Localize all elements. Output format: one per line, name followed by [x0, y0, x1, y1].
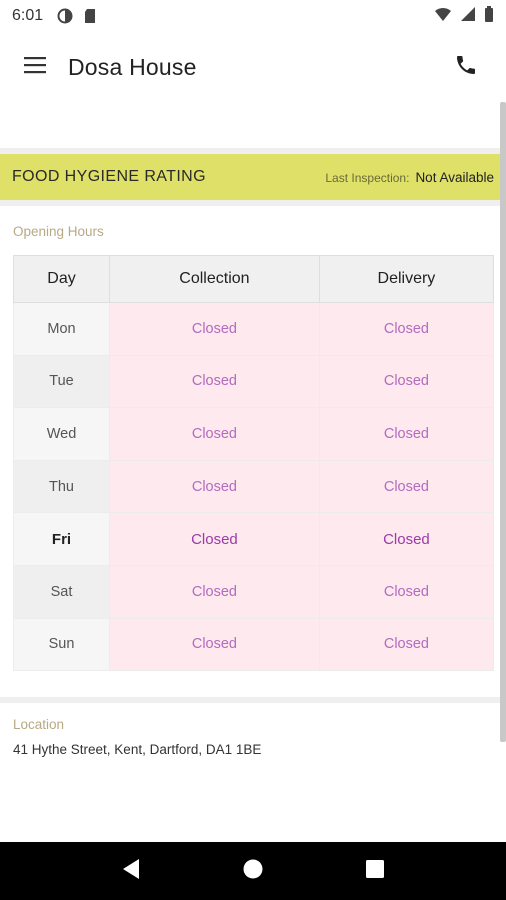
table-row: Thu Closed Closed	[13, 459, 495, 514]
header-delivery: Delivery	[318, 255, 495, 303]
location-address: 41 Hythe Street, Kent, Dartford, DA1 1BE	[13, 742, 262, 758]
recents-icon	[365, 859, 385, 884]
status-time: 6:01	[12, 7, 44, 24]
menu-button[interactable]	[20, 52, 50, 82]
phone-icon	[454, 53, 478, 82]
battery-icon	[484, 5, 494, 27]
delivery-cell: Closed	[318, 354, 495, 409]
delivery-cell: Closed	[318, 302, 495, 356]
wifi-icon	[434, 6, 452, 27]
food-hygiene-band: FOOD HYGIENE RATING Last Inspection: Not…	[0, 154, 506, 200]
collection-cell: Closed	[109, 459, 320, 514]
table-row-today: Fri Closed Closed	[13, 512, 495, 566]
last-inspection: Last Inspection: Not Available	[325, 170, 494, 185]
hamburger-menu-icon	[23, 56, 47, 79]
recents-button[interactable]	[360, 856, 390, 886]
status-bar: 6:01	[0, 0, 506, 32]
table-row: Wed Closed Closed	[13, 407, 495, 461]
collection-cell: Closed	[109, 564, 320, 619]
sd-card-icon	[83, 8, 99, 24]
table-row: Tue Closed Closed	[13, 354, 495, 409]
delivery-cell: Closed	[318, 512, 495, 566]
content-scroll-area[interactable]: FOOD HYGIENE RATING Last Inspection: Not…	[0, 102, 506, 842]
table-row: Mon Closed Closed	[13, 302, 495, 356]
call-button[interactable]	[452, 53, 480, 81]
opening-hours-label: Opening Hours	[13, 224, 104, 239]
day-cell: Mon	[13, 302, 110, 356]
last-inspection-value: Not Available	[415, 169, 494, 185]
app-bar: Dosa House	[0, 32, 506, 102]
day-cell: Tue	[13, 354, 110, 409]
table-header-row: Day Collection Delivery	[13, 255, 495, 303]
table-row: Sat Closed Closed	[13, 564, 495, 619]
scrollbar[interactable]	[500, 102, 506, 742]
day-cell: Sun	[13, 617, 110, 672]
header-collection: Collection	[109, 255, 320, 303]
collection-cell: Closed	[109, 407, 320, 461]
day-cell: Wed	[13, 407, 110, 461]
day-cell: Sat	[13, 564, 110, 619]
delivery-cell: Closed	[318, 564, 495, 619]
food-hygiene-title: FOOD HYGIENE RATING	[12, 168, 206, 185]
spacer	[0, 102, 506, 148]
collection-cell: Closed	[109, 512, 320, 566]
status-right-icons	[434, 5, 494, 27]
collection-cell: Closed	[109, 302, 320, 356]
day-cell: Fri	[13, 512, 110, 566]
delivery-cell: Closed	[318, 617, 495, 672]
location-label: Location	[13, 717, 65, 733]
last-inspection-label: Last Inspection:	[325, 170, 410, 185]
collection-cell: Closed	[109, 354, 320, 409]
data-saver-icon	[57, 8, 73, 24]
table-row: Sun Closed Closed	[13, 617, 495, 672]
opening-hours-table: Day Collection Delivery Mon Closed Close…	[13, 255, 495, 672]
home-icon	[242, 858, 264, 885]
back-icon	[121, 858, 141, 885]
delivery-cell: Closed	[318, 459, 495, 514]
back-button[interactable]	[116, 856, 146, 886]
signal-icon	[460, 6, 476, 27]
home-button[interactable]	[238, 856, 268, 886]
delivery-cell: Closed	[318, 407, 495, 461]
day-cell: Thu	[13, 459, 110, 514]
page-title: Dosa House	[68, 53, 197, 80]
header-day: Day	[13, 255, 110, 303]
collection-cell: Closed	[109, 617, 320, 672]
system-nav-bar	[0, 842, 506, 900]
